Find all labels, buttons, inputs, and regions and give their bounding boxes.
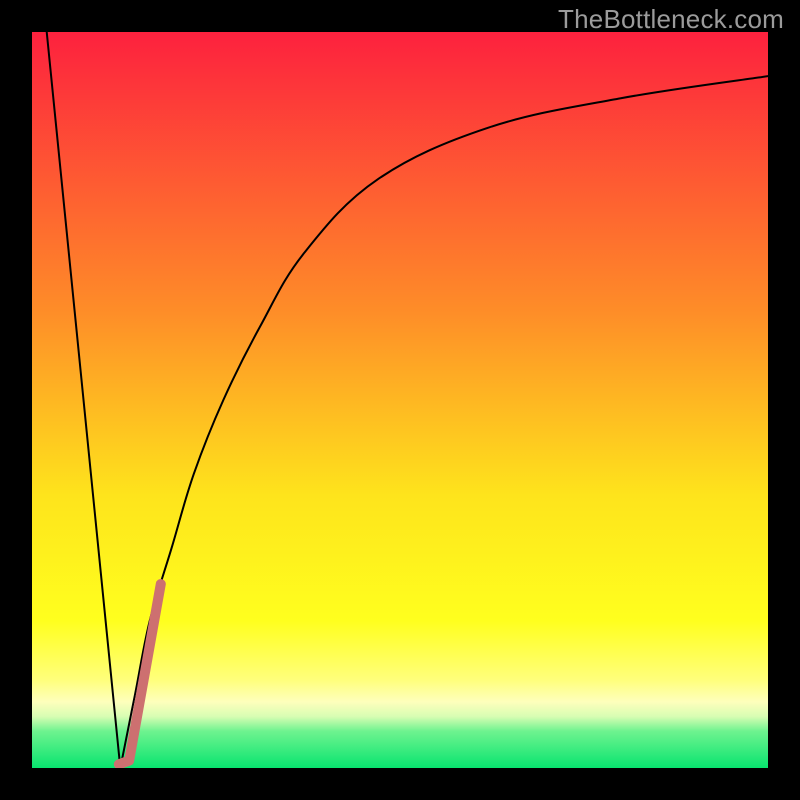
chart-frame: TheBottleneck.com [0,0,800,800]
watermark-text: TheBottleneck.com [558,4,784,35]
series-accent [119,584,161,764]
plot-area [32,32,768,768]
series-layer [32,32,768,768]
series-right-curve [120,76,768,768]
series-left-slope [47,32,121,768]
